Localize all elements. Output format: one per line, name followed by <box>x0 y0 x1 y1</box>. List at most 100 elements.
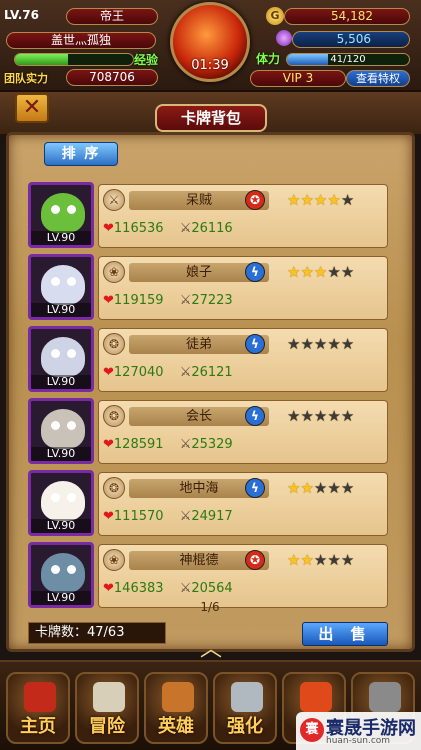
card-row[interactable]: LV.90 ❀ 娘子 ϟ ★★★★★ ❤119159 ⚔27223 <box>28 254 392 320</box>
star-icon: ★ <box>300 263 314 281</box>
star-icon: ★ <box>313 263 328 281</box>
page-indicator: 1/6 <box>200 600 220 614</box>
sword-icon: ⚔ <box>179 581 192 596</box>
hero-eye <box>51 565 60 574</box>
fire-element-icon: ✪ <box>245 550 265 570</box>
card-hp: 146383 <box>113 581 164 596</box>
card-row[interactable]: LV.90 ⚔ 呆贼 ✪ ★★★★★ ❤116536 ⚔26116 <box>28 182 392 248</box>
hero-eye <box>67 205 76 214</box>
power-value: 708706 <box>66 69 158 86</box>
card-row[interactable]: LV.90 ❂ 地中海 ϟ ★★★★★ ❤111570 ⚔24917 <box>28 470 392 536</box>
page-title: 卡牌背包 <box>155 104 267 132</box>
sword-icon: ⚔ <box>179 437 192 452</box>
star-icon: ★ <box>327 551 341 569</box>
card-portrait[interactable]: LV.90 <box>28 182 94 248</box>
stamina-label: 体力 <box>256 52 281 66</box>
hero-eye <box>67 565 76 574</box>
card-count: 卡牌数：47/63 <box>28 622 166 644</box>
card-portrait[interactable]: LV.90 <box>28 254 94 320</box>
card-row[interactable]: LV.90 ❂ 会长 ϟ ★★★★★ ❤128591 ⚔25329 <box>28 398 392 464</box>
card-portrait[interactable]: LV.90 <box>28 398 94 464</box>
sort-button[interactable]: 排 序 <box>44 142 118 166</box>
class-icon: ❂ <box>103 477 125 499</box>
lightning-element-icon: ϟ <box>245 262 265 282</box>
fire-element-icon: ✪ <box>245 190 265 210</box>
card-attack: 20564 <box>191 581 233 596</box>
sword-icon: ⚔ <box>179 509 192 524</box>
heart-icon: ❤ <box>103 365 114 380</box>
star-icon: ★ <box>340 191 355 209</box>
star-icon: ★ <box>340 335 355 353</box>
nav-item[interactable]: 冒险 <box>75 672 139 744</box>
vip-privilege-button[interactable]: 查看特权 <box>346 70 410 87</box>
nav-label: 强化 <box>227 716 263 737</box>
exp-bar <box>14 53 134 66</box>
card-level: LV.90 <box>31 375 91 389</box>
star-icon: ★ <box>340 263 355 281</box>
watermark-url: huan-sun.com <box>326 736 391 746</box>
hero-eye <box>67 493 76 502</box>
star-icon: ★ <box>287 263 301 281</box>
class-icon: ❀ <box>103 261 125 283</box>
card-level: LV.90 <box>31 447 91 461</box>
card-info: ❂ 徒弟 ϟ ★★★★★ ❤127040 ⚔26121 <box>98 328 388 392</box>
card-row[interactable]: LV.90 ❂ 徒弟 ϟ ★★★★★ ❤127040 ⚔26121 <box>28 326 392 392</box>
nav-item[interactable]: 英雄 <box>144 672 208 744</box>
card-row[interactable]: LV.90 ❀ 神棍德 ✪ ★★★★★ ❤146383 ⚔20564 <box>28 542 392 608</box>
nav-item[interactable]: 主页 <box>6 672 70 744</box>
watermark-logo-icon: 寰 <box>300 718 324 742</box>
heart-icon: ❤ <box>103 437 114 452</box>
star-icon: ★ <box>287 191 301 209</box>
player-rank: 帝王 <box>66 8 158 25</box>
star-rating: ★★★★★ <box>287 263 354 281</box>
hero-eye <box>67 421 76 430</box>
expand-up-arrow-icon[interactable]: ︿ <box>190 639 232 661</box>
power-label: 团队实力 <box>4 72 48 85</box>
class-icon: ❂ <box>103 405 125 427</box>
skull-icon <box>93 682 125 712</box>
player-name: 盖世灬孤独 <box>6 32 156 49</box>
hero-face-icon <box>41 481 85 521</box>
star-rating: ★★★★★ <box>287 479 354 497</box>
player-level: LV.76 <box>4 8 39 22</box>
gear-icon <box>369 682 401 712</box>
hero-eye <box>51 421 60 430</box>
star-icon: ★ <box>313 479 328 497</box>
card-hp: 119159 <box>113 293 164 308</box>
card-level: LV.90 <box>31 231 91 245</box>
card-stats: ❤111570 ⚔24917 <box>103 509 233 524</box>
timer-orb[interactable]: 01:39 <box>170 2 250 82</box>
star-icon: ★ <box>313 407 328 425</box>
gem-value: 5,506 <box>292 31 410 48</box>
gem-icon <box>276 30 292 46</box>
star-icon: ★ <box>287 335 301 353</box>
close-button[interactable]: ✕ <box>15 93 49 123</box>
lightning-element-icon: ϟ <box>245 406 265 426</box>
card-portrait[interactable]: LV.90 <box>28 326 94 392</box>
card-hp: 116536 <box>113 221 164 236</box>
class-icon: ❀ <box>103 549 125 571</box>
nav-label: 英雄 <box>158 716 194 737</box>
card-info: ❀ 娘子 ϟ ★★★★★ ❤119159 ⚔27223 <box>98 256 388 320</box>
star-icon: ★ <box>340 479 355 497</box>
card-portrait[interactable]: LV.90 <box>28 542 94 608</box>
nav-label: 冒险 <box>89 716 125 737</box>
heart-icon: ❤ <box>103 221 114 236</box>
nav-item[interactable]: 强化 <box>213 672 277 744</box>
star-icon: ★ <box>340 407 355 425</box>
star-icon: ★ <box>327 407 341 425</box>
card-level: LV.90 <box>31 591 91 605</box>
star-rating: ★★★★★ <box>287 191 354 209</box>
star-icon: ★ <box>287 551 301 569</box>
watermark: 寰 寰晟手游网 huan-sun.com <box>296 712 421 750</box>
sell-button[interactable]: 出 售 <box>302 622 388 646</box>
card-portrait[interactable]: LV.90 <box>28 470 94 536</box>
card-attack: 27223 <box>191 293 233 308</box>
star-icon: ★ <box>327 191 341 209</box>
hero-eye <box>67 277 76 286</box>
card-stats: ❤146383 ⚔20564 <box>103 581 233 596</box>
stamina-bar: 41/120 <box>286 53 410 66</box>
hero-face-icon <box>41 409 85 449</box>
card-attack: 25329 <box>191 437 233 452</box>
star-icon: ★ <box>300 191 314 209</box>
